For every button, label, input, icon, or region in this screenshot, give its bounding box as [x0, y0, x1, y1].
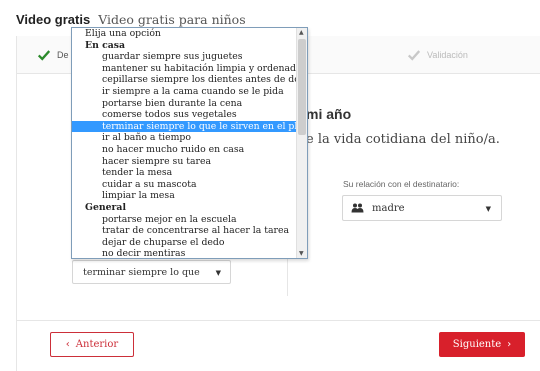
previous-button-label: Anterior — [75, 339, 119, 350]
check-icon — [407, 50, 421, 61]
goal-select-value: terminar siempre lo que le si — [83, 266, 203, 278]
dropdown-option[interactable]: mantener su habitación limpia y ordenada — [72, 63, 297, 75]
step-1: De — [37, 36, 69, 74]
step-validation: Validación — [407, 36, 468, 74]
dropdown-option[interactable]: no decir mentiras — [72, 248, 297, 258]
dropdown-option[interactable]: tender la mesa — [72, 167, 297, 179]
dropdown-option[interactable]: ir siempre a la cama cuando se le pida — [72, 86, 297, 98]
dropdown-option[interactable]: portarse bien durante la cena — [72, 98, 297, 110]
page-subtitle: Video gratis para niños — [98, 12, 246, 27]
chevron-down-icon: ▼ — [485, 205, 491, 213]
footer-divider — [17, 320, 540, 321]
dropdown-option[interactable]: limpiar la mesa — [72, 190, 297, 202]
dropdown-option[interactable]: hacer siempre su tarea — [72, 156, 297, 168]
dropdown-option[interactable]: no hacer mucho ruido en casa — [72, 144, 297, 156]
step-validation-label: Validación — [427, 50, 468, 60]
dropdown-option[interactable]: cuidar a su mascota — [72, 179, 297, 191]
dropdown-option[interactable]: tratar de concentrarse al hacer la tarea — [72, 225, 297, 237]
next-button-label: Siguiente — [452, 339, 502, 350]
next-button[interactable]: Siguiente › — [439, 332, 525, 357]
chevron-down-icon: ▼ — [215, 269, 221, 277]
dropdown-option[interactable]: cepillarse siempre los dientes antes de … — [72, 74, 297, 86]
section-heading: mi año — [306, 106, 352, 122]
chevron-right-icon: › — [507, 339, 512, 350]
previous-button[interactable]: ‹ Anterior — [50, 332, 134, 357]
dropdown-options: Elija una opción En casa guardar siempre s… — [72, 28, 297, 258]
dropdown-option[interactable]: ir al baño a tiempo — [72, 132, 297, 144]
page: Video gratis Video gratis para niños De … — [0, 0, 540, 371]
scroll-up-icon[interactable]: ▲ — [299, 29, 304, 36]
check-icon — [37, 50, 51, 61]
section-lead: e la vida cotidiana del niño/a. — [306, 132, 500, 147]
users-icon — [351, 203, 364, 213]
chevron-left-icon: ‹ — [65, 339, 70, 350]
dropdown-option[interactable]: comerse todos sus vegetales — [72, 109, 297, 121]
scroll-down-icon[interactable]: ▼ — [299, 250, 304, 257]
dropdown-option[interactable]: terminar siempre lo que le sirven en el … — [72, 120, 297, 133]
step-1-label: De — [57, 50, 69, 60]
dropdown-group-label: General — [85, 201, 126, 213]
goal-select[interactable]: terminar siempre lo que le si ▼ — [72, 260, 231, 284]
relation-label: Su relación con el destinatario: — [343, 179, 460, 189]
scrollbar-thumb[interactable] — [298, 39, 306, 135]
dropdown-scrollbar[interactable]: ▲ ▼ — [296, 28, 307, 258]
goal-dropdown-list[interactable]: Elija una opción En casa guardar siempre s… — [71, 27, 308, 259]
dropdown-group-label: En casa — [85, 39, 126, 51]
relation-select[interactable]: madre ▼ — [342, 195, 502, 221]
dropdown-option[interactable]: guardar siempre sus juguetes — [72, 51, 297, 63]
dropdown-option[interactable]: portarse mejor en la escuela — [72, 214, 297, 226]
relation-value: madre — [372, 202, 405, 214]
dropdown-option[interactable]: Elija una opción — [72, 28, 297, 40]
brand-title: Video gratis — [16, 12, 91, 27]
dropdown-option[interactable]: dejar de chuparse el dedo — [72, 237, 297, 249]
